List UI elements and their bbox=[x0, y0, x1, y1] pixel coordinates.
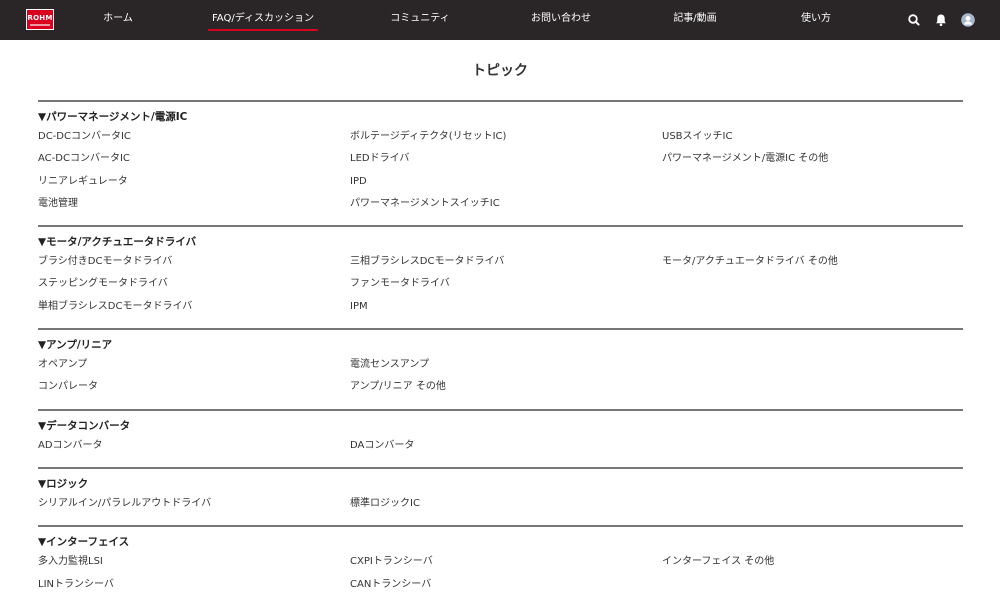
section-title: ▼モータ/アクチュエータドライバ bbox=[38, 236, 197, 249]
topic-column: ボルテージディテクタ(リセットIC) LEDドライバ IPD パワーマネージメン… bbox=[350, 126, 662, 215]
topic-link[interactable]: モータ/アクチュエータドライバ その他 bbox=[662, 251, 963, 273]
section-title: ▼アンプ/リニア bbox=[38, 339, 113, 352]
topic-link[interactable]: ブラシ付きDCモータドライバ bbox=[38, 251, 350, 273]
topic-link[interactable]: IPD bbox=[350, 171, 662, 193]
topic-column: ADコンバータ bbox=[38, 435, 350, 457]
nav-item-faq-discussion[interactable]: FAQ/ディスカッション bbox=[207, 0, 319, 40]
topic-grid: ADコンバータ DAコンバータ bbox=[38, 435, 963, 457]
section-power-management: ▼パワーマネージメント/電源IC DC-DCコンバータIC AC-DCコンバータ… bbox=[38, 100, 963, 215]
topic-link[interactable]: インターフェイス その他 bbox=[662, 551, 963, 573]
topic-link[interactable]: LEDドライバ bbox=[350, 148, 662, 170]
main-nav: ホーム FAQ/ディスカッション コミュニティ お問い合わせ 記事/動画 使い方 bbox=[60, 0, 900, 40]
section-title: ▼パワーマネージメント/電源IC bbox=[38, 111, 188, 123]
topic-link[interactable]: ボルテージディテクタ(リセットIC) bbox=[350, 126, 662, 148]
topic-link[interactable]: CXPIトランシーバ bbox=[350, 551, 662, 573]
topic-grid: シリアルイン/パラレルアウトドライバ 標準ロジックIC bbox=[38, 493, 963, 515]
topic-column: 電流センスアンプ アンプ/リニア その他 bbox=[350, 354, 662, 399]
topic-link[interactable]: 多入力監視LSI bbox=[38, 551, 350, 573]
topic-column: DAコンバータ bbox=[350, 435, 662, 457]
topic-column: 標準ロジックIC bbox=[350, 493, 662, 515]
topic-link[interactable]: オペアンプ bbox=[38, 354, 350, 376]
topic-link[interactable]: パワーマネージメントスイッチIC bbox=[350, 193, 662, 215]
topic-link[interactable]: AC-DCコンバータIC bbox=[38, 148, 350, 170]
topic-link[interactable]: アンプ/リニア その他 bbox=[350, 376, 662, 398]
top-navigation-bar: ROHM ホーム FAQ/ディスカッション コミュニティ お問い合わせ 記事/動… bbox=[0, 0, 1000, 40]
topic-link[interactable]: IPM bbox=[350, 296, 662, 318]
topic-link[interactable]: コンパレータ bbox=[38, 376, 350, 398]
nav-item-community[interactable]: コミュニティ bbox=[390, 0, 449, 40]
logo-underline bbox=[30, 23, 50, 26]
section-title: ▼ロジック bbox=[38, 477, 89, 490]
section-motor-actuator-driver: ▼モータ/アクチュエータドライバ ブラシ付きDCモータドライバ ステッピングモー… bbox=[38, 225, 963, 318]
rohm-logo[interactable]: ROHM bbox=[26, 9, 54, 30]
topic-link[interactable]: ステッピングモータドライバ bbox=[38, 273, 350, 295]
nav-item-home[interactable]: ホーム bbox=[103, 0, 133, 40]
topic-link[interactable]: シリアルイン/パラレルアウトドライバ bbox=[38, 493, 350, 515]
nav-item-usage[interactable]: 使い方 bbox=[801, 0, 831, 40]
section-title: ▼インターフェイス bbox=[38, 536, 130, 549]
topic-link[interactable]: DC-DCコンバータIC bbox=[38, 126, 350, 148]
section-data-converter: ▼データコンバータ ADコンバータ DAコンバータ bbox=[38, 408, 963, 457]
topic-grid: ブラシ付きDCモータドライバ ステッピングモータドライバ 単相ブラシレスDCモー… bbox=[38, 251, 963, 318]
topic-column: USBスイッチIC パワーマネージメント/電源IC その他 bbox=[662, 126, 963, 215]
nav-item-contact[interactable]: お問い合わせ bbox=[531, 0, 591, 40]
topic-link[interactable]: ファンモータドライバ bbox=[350, 273, 662, 295]
topic-grid: オペアンプ コンパレータ 電流センスアンプ アンプ/リニア その他 bbox=[38, 354, 963, 399]
topic-link[interactable]: 標準ロジックIC bbox=[350, 493, 662, 515]
section-title: ▼データコンバータ bbox=[38, 419, 131, 432]
section-amp-linear: ▼アンプ/リニア オペアンプ コンパレータ 電流センスアンプ アンプ/リニア そ… bbox=[38, 328, 963, 399]
topic-column: モータ/アクチュエータドライバ その他 bbox=[662, 251, 963, 318]
topic-link[interactable]: リニアレギュレータ bbox=[38, 171, 350, 193]
topic-column: DC-DCコンバータIC AC-DCコンバータIC リニアレギュレータ 電池管理 bbox=[38, 126, 350, 215]
nav-item-articles-videos[interactable]: 記事/動画 bbox=[673, 0, 716, 40]
topic-grid: 多入力監視LSI LINトランシーバ CXPIトランシーバ CANトランシーバ … bbox=[38, 551, 963, 596]
topic-link[interactable]: パワーマネージメント/電源IC その他 bbox=[662, 148, 963, 170]
topic-link[interactable]: 電流センスアンプ bbox=[350, 354, 662, 376]
search-icon[interactable] bbox=[905, 11, 923, 29]
topic-column: ブラシ付きDCモータドライバ ステッピングモータドライバ 単相ブラシレスDCモー… bbox=[38, 251, 350, 318]
topic-link[interactable]: CANトランシーバ bbox=[350, 574, 662, 596]
topic-column bbox=[662, 493, 963, 515]
topic-column bbox=[662, 435, 963, 457]
page-title: トピック bbox=[472, 63, 528, 79]
topic-grid: DC-DCコンバータIC AC-DCコンバータIC リニアレギュレータ 電池管理… bbox=[38, 126, 963, 215]
logo-text: ROHM bbox=[27, 13, 53, 22]
bell-icon[interactable] bbox=[932, 11, 950, 29]
topic-column: 多入力監視LSI LINトランシーバ bbox=[38, 551, 350, 596]
topic-column: CXPIトランシーバ CANトランシーバ bbox=[350, 551, 662, 596]
user-avatar-icon[interactable] bbox=[959, 11, 977, 29]
topic-link[interactable]: 単相ブラシレスDCモータドライバ bbox=[38, 296, 350, 318]
topic-column: シリアルイン/パラレルアウトドライバ bbox=[38, 493, 350, 515]
section-interface: ▼インターフェイス 多入力監視LSI LINトランシーバ CXPIトランシーバ … bbox=[38, 525, 963, 596]
topic-sections: ▼パワーマネージメント/電源IC DC-DCコンバータIC AC-DCコンバータ… bbox=[38, 100, 963, 600]
topic-link[interactable]: 電池管理 bbox=[38, 193, 350, 215]
topic-column: 三相ブラシレスDCモータドライバ ファンモータドライバ IPM bbox=[350, 251, 662, 318]
topic-link[interactable]: ADコンバータ bbox=[38, 435, 350, 457]
section-logic: ▼ロジック シリアルイン/パラレルアウトドライバ 標準ロジックIC bbox=[38, 466, 963, 515]
topic-column bbox=[662, 354, 963, 399]
topic-link[interactable]: LINトランシーバ bbox=[38, 574, 350, 596]
topic-column: オペアンプ コンパレータ bbox=[38, 354, 350, 399]
topic-link[interactable]: DAコンバータ bbox=[350, 435, 662, 457]
topic-link[interactable]: USBスイッチIC bbox=[662, 126, 963, 148]
topic-column: インターフェイス その他 bbox=[662, 551, 963, 596]
topic-link[interactable]: 三相ブラシレスDCモータドライバ bbox=[350, 251, 662, 273]
